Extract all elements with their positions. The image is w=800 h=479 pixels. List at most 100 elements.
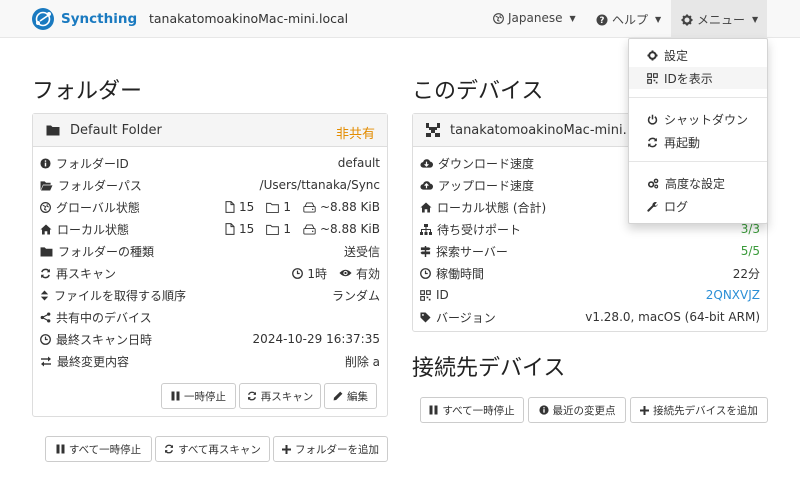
row-label: ローカル状態 (合計) <box>437 200 547 215</box>
menu-dropdown-list: 設定 IDを表示 シャットダウン 再起動 高度な設定 ログ <box>628 38 768 224</box>
device-row-version: バージョン v1.28.0, macOS (64-bit ARM) <box>413 306 767 328</box>
file-count: 15 <box>239 222 255 236</box>
caret-down-icon: ▼ <box>752 15 759 24</box>
device-row-uptime: 稼働時間 22分 <box>413 262 767 284</box>
menu-item-label: シャットダウン <box>664 112 749 127</box>
menu-item-advanced-settings[interactable]: 高度な設定 <box>629 172 767 194</box>
qrcode-icon <box>420 289 431 301</box>
hdd-icon <box>303 201 316 213</box>
brand-name: Syncthing <box>61 11 138 27</box>
row-label: 待ち受けポート <box>437 222 522 237</box>
pause-icon <box>429 405 438 415</box>
power-icon <box>647 114 658 125</box>
cog-icon <box>681 14 693 26</box>
device-row-discovery: 探索サーバー 5/5 <box>413 240 767 262</box>
brand-logo-link[interactable]: Syncthing <box>31 7 137 31</box>
device-id-link[interactable]: 2QNXVJZ <box>706 288 760 302</box>
menu-item-logs[interactable]: ログ <box>629 195 767 217</box>
rescan-all-button[interactable]: すべて再スキャン <box>155 436 270 462</box>
row-label: アップロード速度 <box>438 178 535 193</box>
size-value: ~8.88 KiB <box>319 222 380 236</box>
add-remote-device-button[interactable]: 接続先デバイスを追加 <box>630 397 768 423</box>
folder-outline-icon <box>266 224 280 235</box>
help-label: ヘルプ <box>612 13 649 27</box>
row-label: 稼働時間 <box>436 266 485 281</box>
rescan-folder-button[interactable]: 再スキャン <box>239 383 321 409</box>
menu-divider <box>629 97 767 98</box>
folder-panel-default: Default Folder 非共有 フォルダーID default フォルダー… <box>32 113 388 417</box>
help-dropdown[interactable]: ? ヘルプ ▼ <box>596 11 661 28</box>
gear-icon <box>647 49 658 61</box>
language-label: Japanese <box>508 11 563 25</box>
plus-icon <box>282 444 291 454</box>
recent-changes-button[interactable]: 最近の変更点 <box>528 397 626 423</box>
button-label: 編集 <box>347 390 368 403</box>
folder-row-last-change: 最終変更内容 削除 a <box>33 350 387 372</box>
row-label: 共有中のデバイス <box>56 310 152 325</box>
row-value: /Users/ttanaka/Sync <box>259 178 380 192</box>
wrench-icon <box>647 201 658 212</box>
row-value: default <box>337 156 380 170</box>
language-dropdown[interactable]: Japanese ▼ <box>493 11 576 25</box>
button-label: すべて一時停止 <box>68 443 142 456</box>
refresh-icon <box>164 444 174 454</box>
hdd-icon <box>303 223 316 235</box>
row-label: フォルダーID <box>56 156 129 171</box>
refresh-icon <box>247 391 257 401</box>
menu-item-settings[interactable]: 設定 <box>629 44 767 66</box>
edit-folder-button[interactable]: 編集 <box>324 383 377 409</box>
button-label: すべて一時停止 <box>442 404 515 417</box>
row-value: ランダム <box>331 288 380 303</box>
row-label: ID <box>436 288 449 302</box>
syncthing-logo-icon <box>31 7 55 31</box>
pause-all-folders-button[interactable]: すべて一時停止 <box>45 436 152 462</box>
folder-row-path: フォルダーパス /Users/ttanaka/Sync <box>33 174 387 196</box>
add-folder-button[interactable]: フォルダーを追加 <box>273 436 388 462</box>
menu-item-restart[interactable]: 再起動 <box>629 131 767 153</box>
file-icon <box>225 223 235 235</box>
folder-icon <box>46 124 60 136</box>
row-label: フォルダーの種類 <box>58 244 155 259</box>
pause-icon <box>171 391 180 401</box>
eye-icon <box>339 268 352 278</box>
folder-row-last-scan: 最終スキャン日時 2024-10-29 16:37:35 <box>33 328 387 350</box>
row-value: 2024-10-29 16:37:35 <box>252 332 380 346</box>
folder-row-local-state: ローカル状態 15 1 ~8.88 KiB <box>33 218 387 240</box>
refresh-icon <box>647 137 658 148</box>
row-label: ファイルを取得する順序 <box>54 288 187 303</box>
row-label: バージョン <box>436 310 496 325</box>
svg-text:?: ? <box>600 16 605 26</box>
menu-item-label: 設定 <box>664 48 689 63</box>
button-label: 接続先デバイスを追加 <box>653 404 758 417</box>
button-label: フォルダーを追加 <box>295 443 379 456</box>
menu-label: メニュー <box>697 13 746 27</box>
remote-devices-heading: 接続先デバイス <box>412 356 566 381</box>
info-icon <box>538 405 549 415</box>
file-icon <box>225 201 235 213</box>
folder-panel-header[interactable]: Default Folder 非共有 <box>33 114 387 147</box>
share-icon <box>40 311 51 323</box>
rescan-interval: 1時 <box>307 266 327 281</box>
home-icon <box>40 224 52 235</box>
this-device-heading: このデバイス <box>412 79 544 104</box>
hostname: tanakatomoakinoMac-mini.local <box>149 11 349 26</box>
row-value: 5/5 <box>740 244 760 258</box>
pause-folder-button[interactable]: 一時停止 <box>161 383 236 409</box>
row-value: 送受信 <box>343 244 380 259</box>
device-row-id: ID 2QNXVJZ <box>413 284 767 306</box>
pause-all-devices-button[interactable]: すべて一時停止 <box>420 397 524 423</box>
folder-open-icon <box>40 180 53 191</box>
row-label: ローカル状態 <box>57 222 130 237</box>
menu-item-label: ログ <box>664 199 689 214</box>
menu-item-shutdown[interactable]: シャットダウン <box>629 108 767 130</box>
folder-row-global-state: グローバル状態 15 1 ~8.88 KiB <box>33 196 387 218</box>
row-value: v1.28.0, macOS (64-bit ARM) <box>585 310 760 324</box>
row-value: 22分 <box>732 266 760 281</box>
menu-item-show-id[interactable]: IDを表示 <box>629 67 767 89</box>
row-label: 最終スキャン日時 <box>56 332 153 347</box>
menu-dropdown[interactable]: メニュー ▼ <box>681 11 758 28</box>
exchange-icon <box>40 356 52 367</box>
signpost-icon <box>420 245 431 257</box>
row-value: 3/3 <box>740 222 760 236</box>
sitemap-icon <box>420 223 432 235</box>
